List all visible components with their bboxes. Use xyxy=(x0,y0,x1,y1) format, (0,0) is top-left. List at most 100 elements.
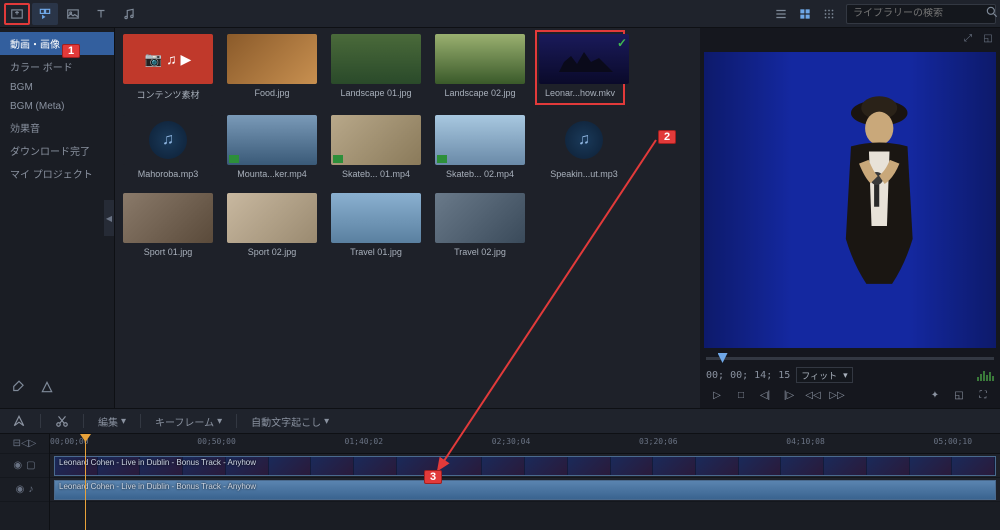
snapshot-button[interactable]: ✦ xyxy=(924,386,946,404)
check-icon: ✓ xyxy=(617,36,627,50)
playhead[interactable] xyxy=(85,434,86,530)
grid-view-button[interactable] xyxy=(794,4,816,24)
audio-tab-icon[interactable] xyxy=(116,3,142,25)
top-toolbar xyxy=(0,0,1000,28)
lock-icon[interactable]: ▢ xyxy=(26,460,35,471)
thumb-image xyxy=(227,193,317,243)
visibility-icon[interactable]: ◉ xyxy=(13,460,22,471)
zoom-fit-select[interactable]: フィット ▾ xyxy=(796,367,852,383)
undock-icon[interactable]: ⤢ xyxy=(960,30,976,46)
timeline-body[interactable]: 00;00;0000;50;0001;40;0202;30;0403;20;06… xyxy=(50,434,1000,530)
sidebar-item-myprojects[interactable]: マイ プロジェクト xyxy=(0,162,114,185)
thumb-label: Landscape 02.jpg xyxy=(435,88,525,98)
stop-button[interactable]: □ xyxy=(730,386,752,404)
video-badge-icon xyxy=(437,155,447,163)
library-thumb[interactable]: Sport 01.jpg xyxy=(123,193,213,257)
sidebar-item-bgm-meta[interactable]: BGM (Meta) xyxy=(0,97,114,116)
library-thumb[interactable]: Landscape 01.jpg xyxy=(331,34,421,101)
track-header-video[interactable]: ◉ ▢ xyxy=(0,454,49,478)
trim-icon[interactable]: ⊟◁▷ xyxy=(13,438,37,449)
preview-frame-figure xyxy=(815,76,943,325)
keyframe-menu[interactable]: キーフレーム ▾ xyxy=(149,412,228,431)
timeline-ruler[interactable]: 00;00;0000;50;0001;40;0202;30;0403;20;06… xyxy=(50,434,1000,454)
sidebar-item-label: 効果音 xyxy=(10,124,40,135)
audio-clip[interactable]: Leonard Cohen - Live in Dublin - Bonus T… xyxy=(54,480,996,500)
library-thumb[interactable]: Travel 02.jpg xyxy=(435,193,525,257)
video-track[interactable]: Leonard Cohen - Live in Dublin - Bonus T… xyxy=(50,454,1000,478)
shape-tool-icon[interactable] xyxy=(36,376,58,398)
audio-track[interactable]: Leonard Cohen - Live in Dublin - Bonus T… xyxy=(50,478,1000,502)
sidebar-item-label: 動画・画像 xyxy=(10,40,60,51)
edit-menu[interactable]: 編集 ▾ xyxy=(92,412,132,431)
thumb-image xyxy=(123,193,213,243)
fit-label: フィット xyxy=(801,369,837,382)
titles-tab-icon[interactable] xyxy=(88,3,114,25)
ruler-tick: 00;00;00 xyxy=(50,437,89,446)
library-thumb[interactable]: Food.jpg xyxy=(227,34,317,101)
library-thumb[interactable]: ✓Leonar...how.mkv xyxy=(535,30,625,105)
thumb-image: ✓ xyxy=(539,34,629,84)
library-thumb[interactable]: Skateb... 02.mp4 xyxy=(435,115,525,179)
library-thumb[interactable]: Sport 02.jpg xyxy=(227,193,317,257)
library-thumb[interactable]: ♫Speakin...ut.mp3 xyxy=(539,115,629,179)
preview-header: ⤢ ◱ xyxy=(700,28,1000,48)
library-thumb[interactable]: Landscape 02.jpg xyxy=(435,34,525,101)
library-tab-icon[interactable] xyxy=(32,3,58,25)
preview-panel: ⤢ ◱ xyxy=(700,28,1000,408)
sidebar-item-label: BGM (Meta) xyxy=(10,101,64,112)
import-media-button[interactable] xyxy=(4,3,30,25)
prev-frame-button[interactable]: ◁| xyxy=(754,386,776,404)
library-search[interactable] xyxy=(846,4,996,24)
chevron-down-icon: ▾ xyxy=(121,416,126,427)
library-thumb[interactable]: ♫Mahoroba.mp3 xyxy=(123,115,213,179)
sidebar-item-label: BGM xyxy=(10,82,33,93)
thumb-label: Sport 02.jpg xyxy=(227,247,317,257)
preview-controls: 00; 00; 14; 15 フィット ▾ ▷ □ ◁| |▷ ◁◁ ▷▷ ✦ … xyxy=(700,366,1000,408)
next-frame-button[interactable]: |▷ xyxy=(778,386,800,404)
sidebar-tools xyxy=(8,376,58,398)
library-thumb[interactable]: Mounta...ker.mp4 xyxy=(227,115,317,179)
visibility-icon[interactable]: ◉ xyxy=(16,484,25,495)
sidebar-item-downloads[interactable]: ダウンロード完了 xyxy=(0,139,114,162)
forward-button[interactable]: ▷▷ xyxy=(826,386,848,404)
fullscreen-icon[interactable]: ⛶ xyxy=(972,386,994,404)
sidebar: 動画・画像 カラー ボード BGM BGM (Meta) 効果音 ダウンロード完… xyxy=(0,28,115,408)
thumb-image xyxy=(331,193,421,243)
library-panel: 📷 ♫ ▶コンテンツ素材Food.jpgLandscape 01.jpg Land… xyxy=(115,28,700,408)
ruler-header: ⊟◁▷ xyxy=(0,434,49,454)
video-clip[interactable]: Leonard Cohen - Live in Dublin - Bonus T… xyxy=(54,456,996,476)
auto-caption-menu[interactable]: 自動文字起こし ▾ xyxy=(245,412,335,431)
pen-tool-icon[interactable] xyxy=(8,376,30,398)
sidebar-collapse-handle[interactable]: ◀ xyxy=(104,200,114,236)
thumb-label: Skateb... 02.mp4 xyxy=(435,169,525,179)
maximize-icon[interactable]: ◱ xyxy=(980,30,996,46)
timeline: ⊟◁▷ ◉ ▢ ◉ ♪ 00;00;0000;50;0001;40;0202;3… xyxy=(0,434,1000,530)
thumb-grid: 📷 ♫ ▶コンテンツ素材Food.jpgLandscape 01.jpg Land… xyxy=(123,34,692,257)
preview-scrubber[interactable] xyxy=(706,352,994,366)
settings-icon[interactable]: ◱ xyxy=(948,386,970,404)
library-thumb[interactable]: Travel 01.jpg xyxy=(331,193,421,257)
search-input[interactable] xyxy=(853,8,985,19)
track-header-audio[interactable]: ◉ ♪ xyxy=(0,478,49,502)
thumb-label: Sport 01.jpg xyxy=(123,247,213,257)
library-thumb[interactable]: Skateb... 01.mp4 xyxy=(331,115,421,179)
mute-icon[interactable]: ♪ xyxy=(28,484,33,495)
rewind-button[interactable]: ◁◁ xyxy=(802,386,824,404)
library-thumb[interactable]: 📷 ♫ ▶コンテンツ素材 xyxy=(123,34,213,101)
sidebar-item-colorboard[interactable]: カラー ボード xyxy=(0,55,114,78)
play-button[interactable]: ▷ xyxy=(706,386,728,404)
sidebar-item-sfx[interactable]: 効果音 xyxy=(0,116,114,139)
templates-tab-icon[interactable] xyxy=(60,3,86,25)
tool-select-icon[interactable] xyxy=(6,412,32,430)
thumb-image xyxy=(227,115,317,165)
ruler-tick: 03;20;06 xyxy=(639,437,678,446)
sidebar-item-label: カラー ボード xyxy=(10,63,73,74)
more-view-button[interactable] xyxy=(818,4,840,24)
sidebar-item-bgm[interactable]: BGM xyxy=(0,78,114,97)
preview-viewport[interactable] xyxy=(704,52,996,348)
ruler-tick: 02;30;04 xyxy=(492,437,531,446)
list-view-button[interactable] xyxy=(770,4,792,24)
sidebar-item-video-image[interactable]: 動画・画像 xyxy=(0,32,114,55)
search-icon xyxy=(985,5,999,22)
tool-cut-icon[interactable] xyxy=(49,412,75,430)
